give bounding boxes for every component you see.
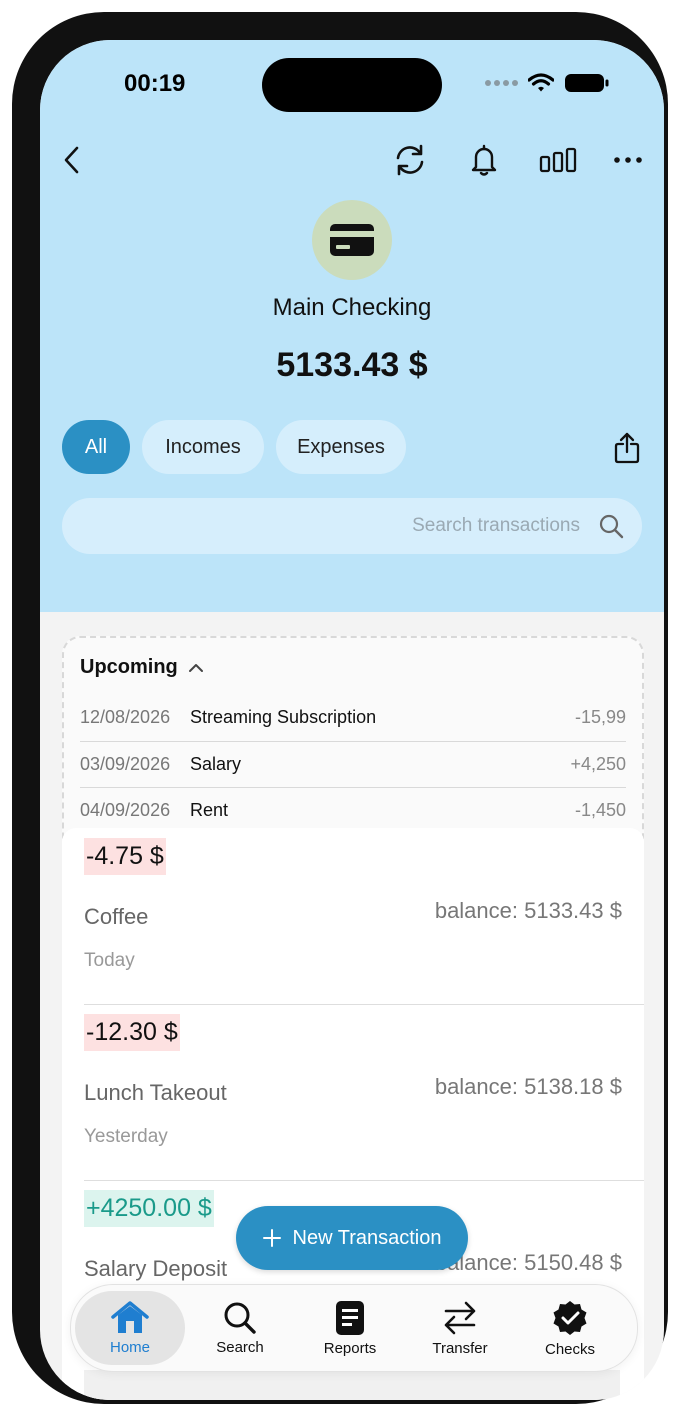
- dynamic-island: [262, 58, 442, 112]
- filter-all[interactable]: All: [62, 420, 130, 474]
- transaction-date: Today: [84, 950, 135, 971]
- transaction-title: Salary Deposit: [84, 1256, 228, 1281]
- transaction-title: Lunch Takeout: [84, 1080, 227, 1105]
- upcoming-name: Salary: [190, 753, 242, 774]
- tab-home[interactable]: Home: [75, 1291, 185, 1365]
- transaction-amount: +4250.00 $: [84, 1190, 214, 1227]
- share-icon: [614, 432, 640, 464]
- search-input[interactable]: [138, 514, 582, 538]
- upcoming-name: Rent: [190, 799, 229, 820]
- upcoming-date: 03/09/2026: [80, 753, 171, 774]
- upcoming-date: 04/09/2026: [80, 799, 171, 820]
- upcoming-amount: -1,450: [574, 799, 626, 820]
- upcoming-item[interactable]: 04/09/2026 Rent -1,450: [80, 787, 626, 833]
- wifi-icon: [528, 73, 554, 92]
- screen: 00:19 Main Checking 5133.43 $ All Income…: [40, 40, 664, 1400]
- upcoming-amount: +4,250: [570, 753, 626, 774]
- chevron-left-icon: [64, 146, 79, 174]
- verified-badge-icon: [553, 1300, 587, 1335]
- upcoming-amount: -15,99: [574, 706, 626, 727]
- notifications-button[interactable]: [464, 140, 504, 180]
- share-button[interactable]: [614, 432, 640, 469]
- upcoming-header[interactable]: Upcoming: [80, 656, 204, 679]
- sync-button[interactable]: [390, 140, 430, 180]
- upcoming-title: Upcoming: [80, 656, 178, 678]
- phone-frame: 00:19 Main Checking 5133.43 $ All Income…: [12, 12, 668, 1404]
- upcoming-item[interactable]: 03/09/2026 Salary +4,250: [80, 741, 626, 787]
- account-avatar: [312, 200, 392, 280]
- home-icon: [111, 1300, 149, 1333]
- new-transaction-label: New Transaction: [292, 1226, 442, 1249]
- transaction-balance: balance: 5133.43 $: [434, 898, 622, 923]
- filter-expenses[interactable]: Expenses: [276, 420, 406, 474]
- transaction-row[interactable]: -12.30 $ Lunch Takeout Yesterday balance…: [84, 1004, 644, 1180]
- status-time: 00:19: [124, 70, 186, 97]
- back-button[interactable]: [52, 140, 92, 180]
- bar-chart-icon: [539, 147, 577, 173]
- transaction-amount: -4.75 $: [84, 838, 166, 875]
- battery-icon: [565, 74, 609, 92]
- tab-checks[interactable]: Checks: [515, 1291, 625, 1365]
- stats-button[interactable]: [538, 140, 578, 180]
- chevron-up-icon: [188, 663, 203, 672]
- account-balance: 5133.43 $: [276, 346, 428, 384]
- upcoming-date: 12/08/2026: [80, 706, 171, 727]
- more-dots-icon: [614, 157, 642, 163]
- tab-bar: Home Search Reports Transfer Checks: [70, 1284, 638, 1372]
- credit-card-icon: [330, 224, 374, 256]
- tab-reports-label: Reports: [323, 1339, 377, 1357]
- tab-home-label: Home: [109, 1338, 150, 1356]
- upcoming-item[interactable]: 12/08/2026 Streaming Subscription -15,99: [80, 694, 626, 740]
- search-icon: [224, 1302, 256, 1334]
- transaction-title: Coffee: [84, 904, 149, 929]
- status-icons: [484, 72, 610, 94]
- transaction-date: Yesterday: [84, 1126, 168, 1147]
- upcoming-name: Streaming Subscription: [190, 706, 377, 727]
- transaction-row[interactable]: -4.75 $ Coffee Today balance: 5133.43 $: [84, 828, 644, 1004]
- search-icon[interactable]: [598, 513, 624, 539]
- transaction-amount: -12.30 $: [84, 1014, 180, 1051]
- tab-search[interactable]: Search: [185, 1291, 295, 1365]
- filter-incomes[interactable]: Incomes: [142, 420, 264, 474]
- document-icon: [336, 1300, 364, 1335]
- upcoming-section: Upcoming 12/08/2026 Streaming Subscripti…: [62, 636, 644, 860]
- transfer-icon: [444, 1301, 476, 1334]
- cellular-signal-icon: [485, 80, 518, 86]
- list-bottom-fade: [84, 1370, 620, 1400]
- account-name: Main Checking: [272, 294, 432, 321]
- search-bar: [62, 498, 642, 554]
- tab-transfer-label: Transfer: [432, 1339, 488, 1357]
- more-options-button[interactable]: [608, 140, 648, 180]
- new-transaction-button[interactable]: New Transaction: [236, 1206, 468, 1270]
- tab-reports[interactable]: Reports: [295, 1291, 405, 1365]
- tab-search-label: Search: [216, 1338, 264, 1356]
- bell-icon: [471, 144, 497, 176]
- tab-checks-label: Checks: [544, 1340, 596, 1358]
- sync-icon: [396, 144, 424, 176]
- plus-icon: [262, 1229, 281, 1247]
- transaction-balance: balance: 5138.18 $: [434, 1074, 622, 1099]
- tab-transfer[interactable]: Transfer: [405, 1291, 515, 1365]
